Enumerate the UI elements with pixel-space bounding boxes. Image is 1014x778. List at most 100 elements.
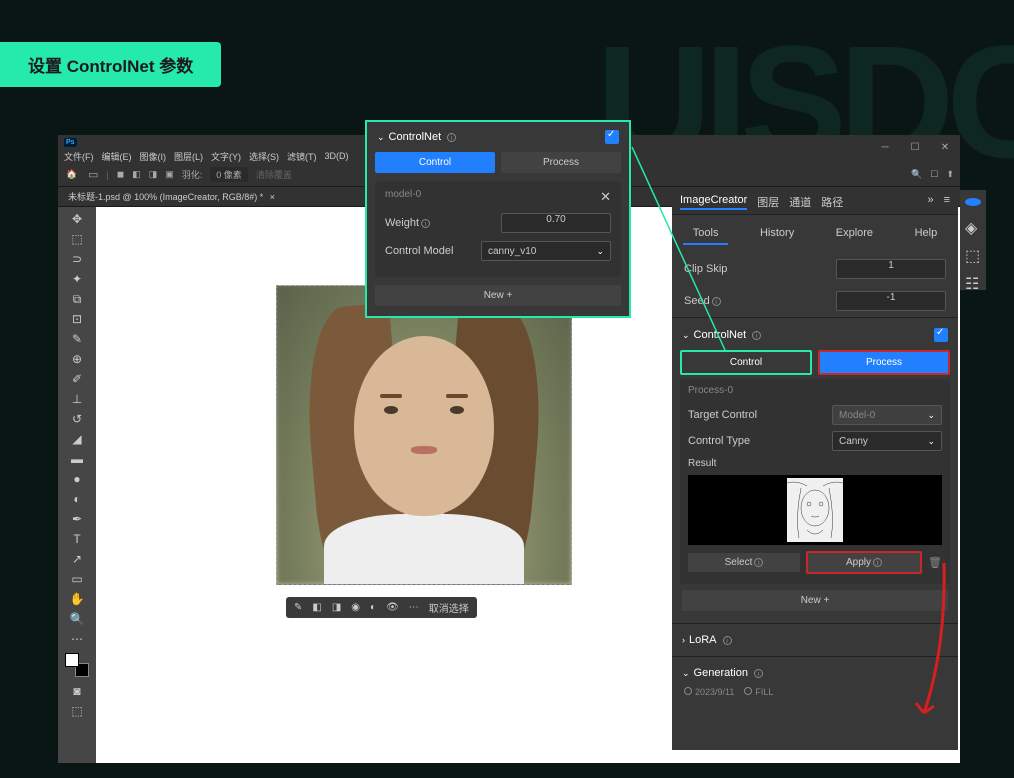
select-new-icon[interactable]: ◼ [117, 169, 124, 180]
panel-collapse-icon[interactable]: » [927, 194, 933, 210]
stamp-tool-icon[interactable]: ⊥ [58, 389, 96, 409]
portrait-image [276, 285, 572, 585]
eyedropper-tool-icon[interactable]: ✎ [58, 329, 96, 349]
eraser-tool-icon[interactable]: ◢ [58, 429, 96, 449]
blur-tool-icon[interactable]: ● [58, 469, 96, 489]
brush-tool-icon[interactable]: ✐ [58, 369, 96, 389]
subtab-history[interactable]: History [750, 223, 804, 245]
menu-layer[interactable]: 图层(L) [172, 150, 205, 163]
clip-skip-input[interactable]: 1 [836, 259, 946, 279]
color-swatch[interactable] [65, 653, 89, 677]
subtab-explore[interactable]: Explore [826, 223, 883, 245]
popup-new-button[interactable]: New + [375, 285, 621, 306]
quick-mask-icon[interactable]: ◙ [58, 681, 96, 701]
more-icon[interactable]: ⋯ [409, 602, 419, 613]
addto-icon[interactable]: ◧ [312, 602, 321, 613]
wand-tool-icon[interactable]: ✦ [58, 269, 96, 289]
select-intersect-icon[interactable]: ▣ [165, 169, 174, 180]
subfrom-icon[interactable]: ◨ [332, 602, 341, 613]
layers-icon[interactable]: ◈ [965, 218, 981, 234]
crop-tool-icon[interactable]: ⧉ [58, 289, 96, 309]
globe-icon[interactable] [965, 198, 981, 206]
menu-filter[interactable]: 滤镜(T) [285, 150, 319, 163]
maximize-icon[interactable]: ☐ [900, 135, 930, 159]
controlnet-checkbox[interactable] [934, 328, 948, 342]
process0-box: Process-0 Target Control Model-0⌄ Contro… [680, 379, 950, 584]
menu-edit[interactable]: 编辑(E) [100, 150, 134, 163]
gen-date-option[interactable]: 2023/9/11 [684, 687, 734, 697]
view-icon[interactable]: 👁 [386, 602, 399, 613]
popup-close-icon[interactable]: ✕ [600, 189, 611, 205]
pen-tool-icon[interactable]: ✒ [58, 509, 96, 529]
feather-value[interactable]: 0 像素 [210, 167, 248, 182]
minimize-icon[interactable]: ─ [870, 135, 900, 159]
menu-3d[interactable]: 3D(D) [323, 151, 351, 161]
home-icon[interactable]: 🏠 [64, 167, 80, 183]
panel-menu-icon[interactable]: ≡ [944, 194, 950, 210]
rect-tool-icon[interactable]: ▭ [58, 569, 96, 589]
path-tool-icon[interactable]: ↗ [58, 549, 96, 569]
tab-layers[interactable]: 图层 [757, 194, 779, 210]
info-icon: i [712, 297, 721, 306]
chevron-down-icon: ⌄ [377, 132, 385, 143]
share-icon[interactable]: ⬆ [946, 169, 954, 180]
marquee-tool-icon[interactable]: ▭ [88, 168, 98, 181]
apply-button[interactable]: Applyi [806, 551, 922, 574]
seed-input[interactable]: -1 [836, 291, 946, 311]
popup-control-tab[interactable]: Control [375, 152, 495, 173]
control-model-select[interactable]: canny_v10⌄ [481, 241, 611, 261]
dodge-tool-icon[interactable]: ◐ [58, 489, 96, 509]
lasso-tool-icon[interactable]: ⊃ [58, 249, 96, 269]
clear-overlay-label[interactable]: 清除覆盖 [256, 168, 292, 181]
select-add-icon[interactable]: ◧ [132, 169, 141, 180]
tab-paths[interactable]: 路径 [821, 194, 843, 210]
history-brush-icon[interactable]: ↺ [58, 409, 96, 429]
subtab-tools[interactable]: Tools [683, 223, 729, 245]
menu-image[interactable]: 图像(I) [138, 150, 169, 163]
cancel-select-button[interactable]: 取消选择 [429, 600, 469, 615]
zoom-tool-icon[interactable]: 🔍 [58, 609, 96, 629]
settings-icon[interactable]: ◉ [351, 602, 360, 613]
gradient-tool-icon[interactable]: ▬ [58, 449, 96, 469]
tab-close-icon[interactable]: × [270, 192, 275, 202]
weight-input[interactable]: 0.70 [501, 213, 611, 233]
info-icon: i [754, 669, 763, 678]
select-sub-icon[interactable]: ◨ [149, 169, 158, 180]
frame-tool-icon[interactable]: ⊡ [58, 309, 96, 329]
invert-icon[interactable]: ◐ [370, 602, 376, 613]
properties-icon[interactable]: ☷ [965, 274, 981, 290]
hand-tool-icon[interactable]: ✋ [58, 589, 96, 609]
workspace-icon[interactable]: ☐ [930, 169, 938, 180]
controlnet-mode-buttons: Control Process [672, 346, 958, 379]
control-button[interactable]: Control [680, 350, 812, 375]
heal-tool-icon[interactable]: ⊕ [58, 349, 96, 369]
screen-mode-icon[interactable]: ⬚ [58, 701, 96, 721]
type-tool-icon[interactable]: T [58, 529, 96, 549]
subtab-help[interactable]: Help [905, 223, 948, 245]
control-type-select[interactable]: Canny⌄ [832, 431, 942, 451]
apply-row: Selecti Applyi 🗑 [688, 547, 942, 578]
menu-file[interactable]: 文件(F) [62, 150, 96, 163]
controlnet-section-header[interactable]: ⌄ ControlNet i [672, 324, 958, 346]
gen-fill-option[interactable]: FILL [744, 687, 773, 697]
move-tool-icon[interactable]: ✥ [58, 209, 96, 229]
target-control-select[interactable]: Model-0⌄ [832, 405, 942, 425]
trash-icon[interactable]: 🗑 [928, 556, 942, 570]
brush-icon[interactable]: ✎ [294, 602, 302, 613]
process-button[interactable]: Process [818, 350, 950, 375]
tab-channels[interactable]: 通道 [789, 194, 811, 210]
menu-select[interactable]: 选择(S) [247, 150, 281, 163]
popup-process-tab[interactable]: Process [501, 152, 621, 173]
search-icon[interactable]: 🔍 [911, 169, 922, 180]
tab-imagecreator[interactable]: ImageCreator [680, 194, 747, 210]
popup-enable-checkbox[interactable] [605, 130, 619, 144]
new-process-button[interactable]: New + [682, 590, 948, 611]
generation-header[interactable]: ⌄ Generation i [672, 663, 958, 683]
menu-text[interactable]: 文字(Y) [209, 150, 243, 163]
adjustments-icon[interactable]: ⬚ [965, 246, 981, 262]
more-tool-icon[interactable]: ⋯ [58, 629, 96, 649]
marquee-tool-icon[interactable]: ⬚ [58, 229, 96, 249]
select-button[interactable]: Selecti [688, 553, 800, 572]
lora-header[interactable]: › LoRA i [672, 630, 958, 650]
close-icon[interactable]: ✕ [930, 135, 960, 159]
